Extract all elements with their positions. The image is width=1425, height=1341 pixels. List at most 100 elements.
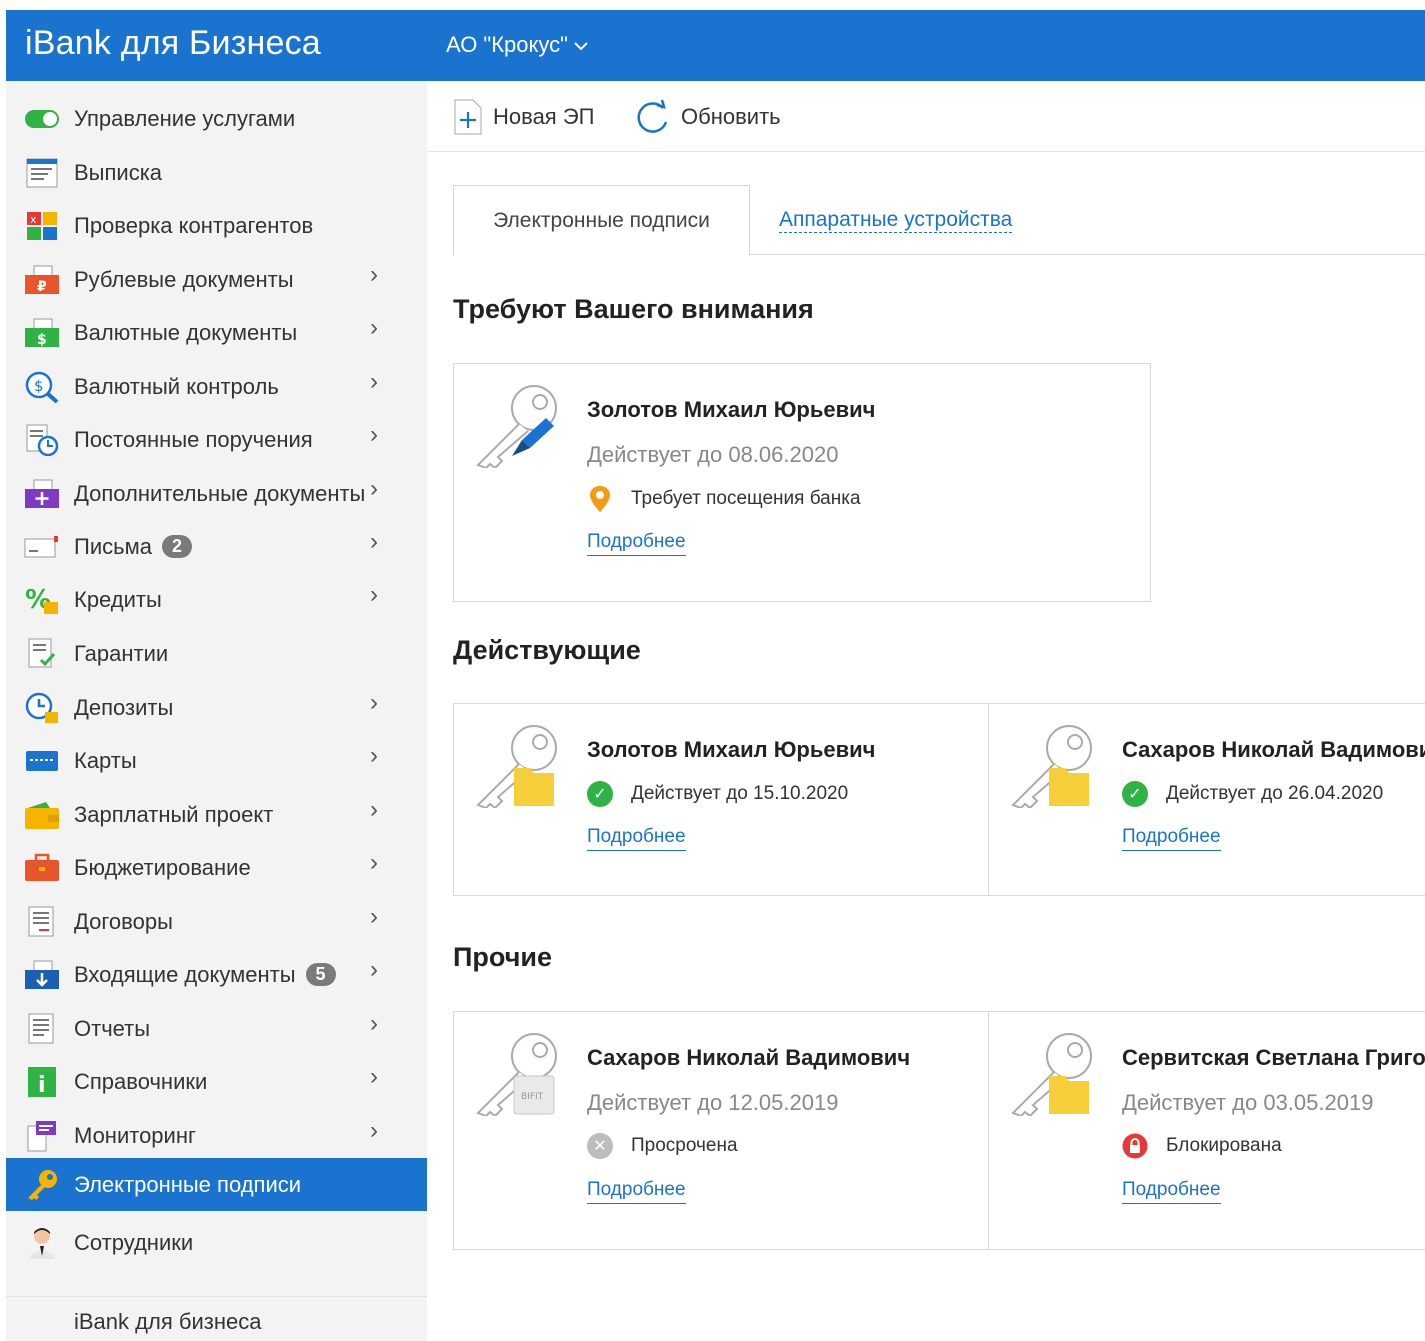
signature-tabs: Электронные подписи Аппаратные устройств… — [453, 185, 1425, 256]
wallet-icon — [24, 799, 60, 831]
section-title-active: Действующие — [453, 635, 641, 665]
tab-electronic-signatures[interactable]: Электронные подписи — [453, 185, 750, 256]
status-text: Требует посещения банка — [631, 488, 861, 509]
check-circle-icon: ✓ — [1122, 781, 1148, 807]
chevron-right-icon: › — [370, 528, 378, 555]
signature-validity: Действует до 03.05.2019 — [1122, 1090, 1374, 1115]
standing-orders-icon — [24, 424, 60, 456]
signature-owner: Сервитская Светлана Григорьевна — [1122, 1045, 1425, 1070]
sidebar-item-label: Управление услугами — [74, 106, 296, 131]
details-link[interactable]: Подробнее — [587, 826, 686, 851]
signature-validity: Действует до 12.05.2019 — [587, 1090, 839, 1115]
signature-card[interactable]: Сахаров Николай Вадимович ✓ Действует до… — [988, 703, 1425, 896]
details-link[interactable]: Подробнее — [587, 531, 686, 556]
chevron-right-icon: › — [370, 689, 378, 716]
sidebar-item-currency-documents[interactable]: $ Валютные документы › — [6, 306, 427, 359]
signature-status: Требует посещения банка — [587, 485, 861, 513]
sidebar-item-monitoring[interactable]: Мониторинг › — [6, 1109, 427, 1162]
footer-brand: iBank для бизнеса — [74, 1309, 262, 1334]
sidebar-item-contracts[interactable]: Договоры › — [6, 895, 427, 948]
sidebar-footer: iBank для бизнеса — [6, 1296, 427, 1341]
letters-icon — [24, 531, 60, 563]
sidebar-item-budgeting[interactable]: Бюджетирование › — [6, 841, 427, 894]
contracts-icon — [24, 906, 60, 938]
status-text: Просрочена — [631, 1135, 738, 1156]
signature-card[interactable]: BIFIT Сахаров Николай Вадимович Действуе… — [453, 1011, 989, 1250]
signature-owner: Золотов Михаил Юрьевич — [587, 397, 876, 422]
sidebar-item-label: Дополнительные документы — [74, 481, 366, 506]
bifit-token-key-icon: BIFIT — [476, 1033, 557, 1116]
new-signature-button[interactable]: Новая ЭП — [453, 81, 594, 152]
signature-card[interactable]: Золотов Михаил Юрьевич ✓ Действует до 15… — [453, 703, 989, 896]
sidebar-item-electronic-signatures[interactable]: Электронные подписи — [6, 1158, 427, 1211]
top-header: iBank для Бизнеса АО "Крокус" — [6, 10, 1425, 81]
status-text: Действует до 15.10.2020 — [631, 783, 849, 804]
chevron-right-icon: › — [370, 421, 378, 448]
details-link[interactable]: Подробнее — [1122, 1179, 1221, 1204]
additional-documents-icon — [24, 478, 60, 510]
status-text: Блокирована — [1166, 1135, 1282, 1156]
organization-selector[interactable]: АО "Крокус" — [446, 32, 588, 58]
sidebar-item-services[interactable]: Управление услугами — [6, 92, 427, 145]
sidebar-item-counterparty-check[interactable]: x Проверка контрагентов — [6, 199, 427, 252]
sidebar-item-label: Мониторинг — [74, 1123, 197, 1148]
sidebar-item-label: Проверка контрагентов — [74, 213, 314, 238]
sidebar-item-salary-project[interactable]: Зарплатный проект › — [6, 788, 427, 841]
cards-icon — [24, 745, 60, 777]
tab-hardware-devices[interactable]: Аппаратные устройства — [779, 207, 1013, 233]
sidebar-item-additional-documents[interactable]: Дополнительные документы › — [6, 467, 427, 520]
sidebar-item-reports[interactable]: Отчеты › — [6, 1002, 427, 1055]
sidebar-item-text: Входящие документы — [74, 962, 296, 987]
sidebar-item-label: Договоры — [74, 909, 173, 934]
sidebar-item-label: Входящие документы 5 — [74, 962, 336, 988]
sidebar-item-label: Бюджетирование — [74, 855, 251, 880]
reports-icon — [24, 1013, 60, 1045]
usb-token-key-icon — [476, 385, 557, 468]
credits-icon: % — [24, 584, 60, 616]
signature-owner: Сахаров Николай Вадимович — [1122, 737, 1425, 762]
counterparty-check-icon: x — [24, 210, 60, 242]
sidebar-item-standing-orders[interactable]: Постоянные поручения › — [6, 413, 427, 466]
signature-owner: Золотов Михаил Юрьевич — [587, 737, 876, 762]
sidebar-item-guarantees[interactable]: Гарантии — [6, 627, 427, 680]
ruble-documents-icon: ₽ — [24, 264, 60, 296]
sidebar-item-deposits[interactable]: Депозиты › — [6, 681, 427, 734]
signature-status: ✕ Просрочена — [587, 1133, 738, 1159]
sidebar-item-incoming-documents[interactable]: Входящие документы 5 › — [6, 948, 427, 1001]
new-signature-label: Новая ЭП — [493, 103, 595, 129]
refresh-label: Обновить — [681, 103, 781, 129]
signature-status: ✓ Действует до 26.04.2020 — [1122, 781, 1383, 807]
svg-text:$: $ — [34, 377, 44, 395]
svg-text:i: i — [38, 1073, 46, 1098]
details-link[interactable]: Подробнее — [587, 1179, 686, 1204]
sidebar-item-letters[interactable]: Письма 2 › — [6, 520, 427, 573]
currency-control-icon: $ — [24, 371, 60, 403]
briefcase-icon — [24, 852, 60, 884]
sidebar-item-label: Кредиты — [74, 587, 162, 612]
sidebar-item-directories[interactable]: i Справочники › — [6, 1055, 427, 1108]
organization-name: АО "Крокус" — [446, 32, 568, 57]
chevron-right-icon: › — [370, 581, 378, 608]
chevron-right-icon: › — [370, 742, 378, 769]
chevron-right-icon: › — [370, 475, 378, 502]
chevron-right-icon: › — [370, 1063, 378, 1090]
signature-card[interactable]: Золотов Михаил Юрьевич Действует до 08.0… — [453, 363, 1151, 602]
status-text: Действует до 26.04.2020 — [1166, 783, 1384, 804]
details-link[interactable]: Подробнее — [1122, 826, 1221, 851]
sidebar-item-cards[interactable]: Карты › — [6, 734, 427, 787]
chevron-right-icon: › — [370, 796, 378, 823]
info-icon: i — [24, 1066, 60, 1098]
sidebar-item-credits[interactable]: % Кредиты › — [6, 573, 427, 626]
sidebar-item-label: Постоянные поручения — [74, 427, 313, 452]
unread-count-badge: 5 — [305, 963, 336, 986]
brand-title[interactable]: iBank для Бизнеса — [25, 24, 321, 63]
guarantees-icon — [24, 638, 60, 670]
sidebar-item-currency-control[interactable]: $ Валютный контроль › — [6, 360, 427, 413]
sidebar-item-ruble-documents[interactable]: ₽ Рублевые документы › — [6, 253, 427, 306]
signature-card[interactable]: Сервитская Светлана Григорьевна Действуе… — [988, 1011, 1425, 1250]
sidebar-item-employees[interactable]: Сотрудники — [6, 1216, 427, 1269]
sidebar-item-statement[interactable]: Выписка — [6, 146, 427, 199]
signature-owner: Сахаров Николай Вадимович — [587, 1045, 911, 1070]
refresh-button[interactable]: Обновить — [633, 81, 781, 152]
sidebar-item-label: Валютные документы — [74, 320, 298, 345]
